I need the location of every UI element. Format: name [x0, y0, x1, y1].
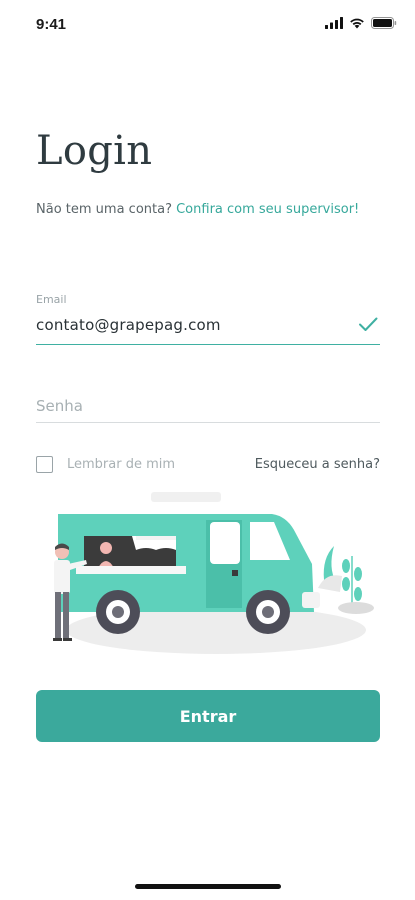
checkmark-icon — [359, 317, 378, 331]
password-underline — [36, 422, 380, 423]
submit-button[interactable]: Entrar — [36, 690, 380, 742]
food-truck-illustration — [53, 492, 374, 654]
status-icons — [325, 17, 397, 29]
password-field[interactable] — [36, 392, 380, 420]
email-label: Email — [36, 293, 67, 306]
cellular-signal-icon — [325, 17, 343, 29]
email-underline — [36, 344, 380, 345]
signup-hint: Não tem uma conta? Confira com seu super… — [36, 202, 359, 217]
status-time: 9:41 — [36, 16, 67, 33]
wifi-icon — [350, 18, 364, 29]
email-field[interactable]: contato@grapepag.com — [36, 316, 221, 334]
forgot-password-link[interactable]: Esqueceu a senha? — [255, 457, 380, 472]
remember-checkbox[interactable] — [36, 456, 53, 473]
page-title: Login — [36, 128, 153, 174]
status-bar: 9:41 — [0, 0, 415, 50]
battery-icon — [371, 17, 397, 29]
signup-hint-text: Não tem uma conta? — [36, 202, 177, 217]
home-indicator — [135, 884, 281, 889]
supervisor-link[interactable]: Confira com seu supervisor! — [176, 202, 359, 217]
remember-label: Lembrar de mim — [67, 457, 176, 472]
